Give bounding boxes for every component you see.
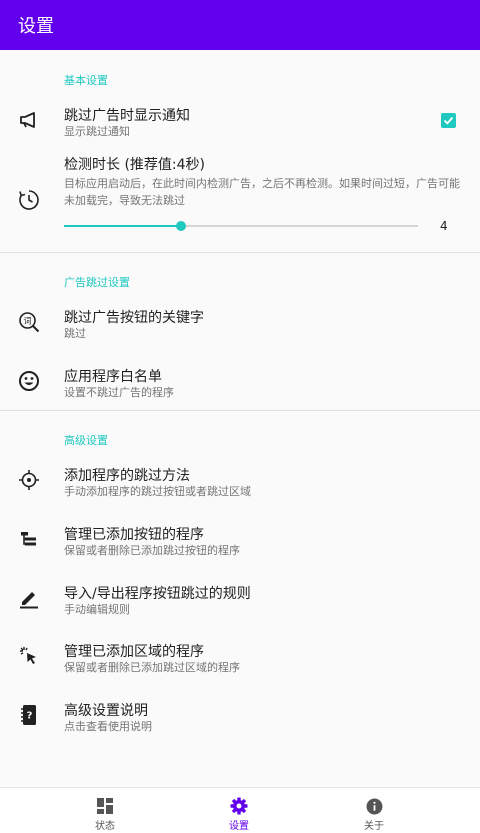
svg-text:词: 词 (24, 317, 32, 326)
pref-whitelist-title: 应用程序白名单 (64, 369, 162, 385)
pref-import-export[interactable]: 导入/导出程序按钮跳过的规则 手动编辑规则 (0, 574, 480, 624)
divider (0, 410, 480, 411)
gear-icon (230, 797, 248, 815)
pref-keywords-title: 跳过广告按钮的关键字 (64, 310, 204, 326)
pencil-icon (18, 587, 40, 609)
pref-skip-notify-summary: 显示跳过通知 (64, 125, 130, 138)
page-title: 设置 (18, 16, 54, 37)
smiley-icon (18, 370, 40, 392)
app-bar: 设置 (0, 0, 480, 50)
pref-keywords[interactable]: 词 跳过广告按钮的关键字 跳过 (0, 298, 480, 348)
pref-manage-areas-title: 管理已添加区域的程序 (64, 644, 204, 660)
dashboard-icon (96, 797, 114, 815)
pref-manage-buttons[interactable]: 管理已添加按钮的程序 保留或者删除已添加跳过按钮的程序 (0, 515, 480, 565)
settings-list[interactable]: 基本设置 跳过广告时显示通知 显示跳过通知 检测时长 (推荐值:4秒) 目标应用… (0, 50, 480, 787)
duration-slider-fill (64, 225, 181, 227)
pref-whitelist[interactable]: 应用程序白名单 设置不跳过广告的程序 (0, 357, 480, 407)
pref-add-method-title: 添加程序的跳过方法 (64, 468, 190, 484)
duration-slider-thumb[interactable] (176, 221, 186, 231)
pref-import-export-title: 导入/导出程序按钮跳过的规则 (64, 586, 251, 602)
pref-manage-areas-summary: 保留或者删除已添加跳过区域的程序 (64, 661, 240, 674)
bottom-navigation: 状态 设置 关于 (0, 787, 480, 833)
tree-icon (18, 528, 40, 550)
info-icon (365, 797, 383, 815)
pref-add-method-summary: 手动添加程序的跳过按钮或者跳过区域 (64, 485, 251, 498)
pref-manage-buttons-title: 管理已添加按钮的程序 (64, 527, 204, 543)
help-book-icon: ? (18, 704, 40, 726)
pref-import-export-summary: 手动编辑规则 (64, 603, 130, 616)
svg-text:?: ? (27, 711, 33, 722)
pref-help-title: 高级设置说明 (64, 703, 148, 719)
section-header-basic: 基本设置 (64, 74, 108, 87)
pref-duration[interactable]: 检测时长 (推荐值:4秒) 目标应用启动后，在此时间内检测广告，之后不再检测。如… (0, 154, 480, 250)
pref-manage-buttons-summary: 保留或者删除已添加跳过按钮的程序 (64, 544, 240, 557)
crosshair-icon (18, 469, 40, 491)
pref-duration-summary: 目标应用启动后，在此时间内检测广告，之后不再检测。如果时间过短，广告可能未加载完… (64, 177, 460, 207)
pref-help[interactable]: ? 高级设置说明 点击查看使用说明 (0, 691, 480, 741)
word-search-icon: 词 (18, 311, 40, 333)
pref-duration-title: 检测时长 (推荐值:4秒) (64, 157, 205, 173)
duration-value: 4 (440, 219, 448, 233)
cursor-click-icon (18, 645, 40, 667)
duration-slider[interactable] (64, 221, 418, 231)
pref-help-summary: 点击查看使用说明 (64, 720, 152, 733)
megaphone-icon (18, 109, 40, 131)
timer-icon (18, 189, 40, 211)
section-header-advanced: 高级设置 (64, 434, 108, 447)
divider (0, 252, 480, 253)
skip-notify-checkbox[interactable] (441, 113, 456, 128)
pref-keywords-summary: 跳过 (64, 327, 86, 340)
pref-add-method[interactable]: 添加程序的跳过方法 手动添加程序的跳过按钮或者跳过区域 (0, 456, 480, 506)
nav-about-label: 关于 (364, 821, 384, 832)
pref-manage-areas[interactable]: 管理已添加区域的程序 保留或者删除已添加跳过区域的程序 (0, 632, 480, 682)
nav-about[interactable]: 关于 (294, 788, 454, 833)
pref-skip-notify[interactable]: 跳过广告时显示通知 显示跳过通知 (0, 96, 480, 146)
pref-whitelist-summary: 设置不跳过广告的程序 (64, 386, 174, 399)
section-header-skip: 广告跳过设置 (64, 276, 130, 289)
pref-skip-notify-title: 跳过广告时显示通知 (64, 108, 190, 124)
